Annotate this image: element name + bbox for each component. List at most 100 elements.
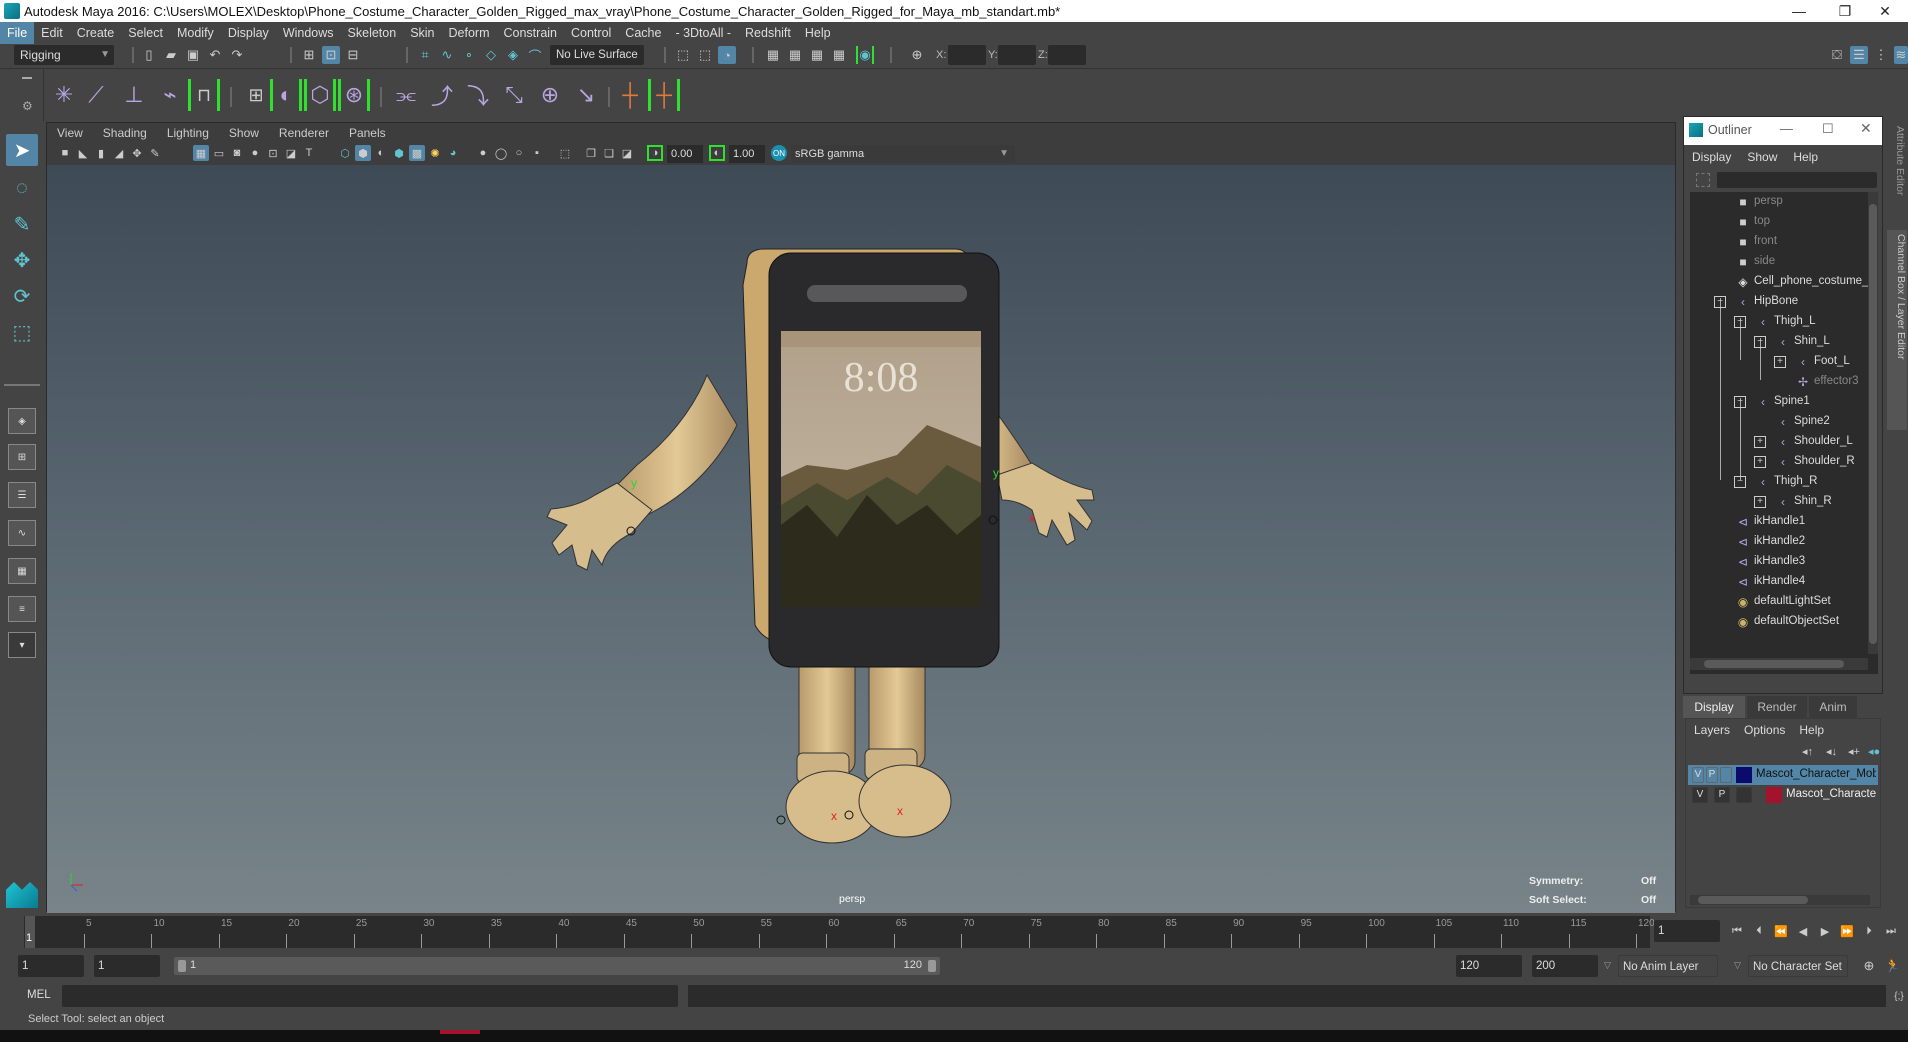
viewport-canvas[interactable]: 8:08 y y x x x persp Symmetry: Off Soft … [47, 165, 1675, 913]
select-object-icon[interactable]: ⊡ [322, 46, 340, 64]
expand-icon[interactable]: + [1754, 456, 1766, 468]
move-layer-up-icon[interactable]: ◂↑ [1802, 745, 1813, 758]
viewport-menu-shading[interactable]: Shading [93, 126, 157, 140]
layer-type-toggle[interactable] [1720, 767, 1732, 783]
select-camera-icon[interactable]: ■ [57, 145, 73, 161]
persp-outliner-layout-icon[interactable]: ☰ [8, 482, 36, 508]
color-management-toggle-icon[interactable]: ON [771, 145, 787, 161]
live-surface-field[interactable]: No Live Surface [550, 45, 644, 65]
menu-control[interactable]: Control [564, 22, 618, 44]
layer-menu-layers[interactable]: Layers [1694, 723, 1730, 737]
isolate-select-icon[interactable]: ⬚ [557, 145, 573, 161]
select-hierarchy-icon[interactable]: ⊞ [300, 46, 318, 64]
resolution-gate-icon[interactable]: ◙ [229, 145, 245, 161]
expand-icon[interactable]: + [1774, 356, 1786, 368]
paint-select-tool-icon[interactable]: ✎ [6, 208, 38, 240]
time-slider-track[interactable]: 1 5 10 15 20 25 30 35 40 45 50 55 60 65 70 75 80 85 90 95 1… [24, 916, 1655, 948]
outliner-menu-show[interactable]: Show [1739, 150, 1785, 164]
outliner-item-shin-r[interactable]: + ‹ Shin_R [1690, 492, 1878, 512]
outliner-maximize-button[interactable]: ☐ [1822, 121, 1834, 137]
input-ops-icon[interactable]: ⬚ [674, 46, 692, 64]
xray-active-icon[interactable]: ◪ [619, 145, 635, 161]
outliner-item-shoulder-l[interactable]: + ‹ Shoulder_L [1690, 432, 1878, 452]
safe-action-icon[interactable]: ◪ [283, 145, 299, 161]
camera-attributes-icon[interactable]: ◣ [75, 145, 91, 161]
viewport-menu-panels[interactable]: Panels [339, 126, 396, 140]
script-editor-icon[interactable]: {;} [1890, 987, 1908, 1005]
snap-view-plane-icon[interactable]: ◇ [482, 46, 500, 64]
grease-pencil-icon[interactable]: ✎ [147, 145, 163, 161]
outliner-item-thigh-r[interactable]: − ‹ Thigh_R [1690, 472, 1878, 492]
layer-color-swatch[interactable] [1766, 787, 1782, 803]
persp-graph-outliner-layout-icon[interactable]: ≡ [8, 596, 36, 622]
menu-skeleton[interactable]: Skeleton [341, 22, 404, 44]
menu-skin[interactable]: Skin [403, 22, 441, 44]
go-to-end-icon[interactable]: ⏭ [1882, 922, 1900, 940]
scale-tool-icon[interactable]: ⬚ [6, 316, 38, 348]
menu-deform[interactable]: Deform [442, 22, 497, 44]
step-forward-key-icon[interactable]: ⏩ [1838, 922, 1856, 940]
layer-color-swatch[interactable] [1736, 767, 1752, 783]
gamma-icon[interactable]: ◐ [709, 145, 725, 161]
menu-constrain[interactable]: Constrain [497, 22, 565, 44]
outliner-item-ikhandle3[interactable]: ⊲ ikHandle3 [1690, 552, 1878, 572]
outliner-horizontal-scrollbar[interactable] [1690, 658, 1868, 670]
outliner-item-front[interactable]: ■ front [1690, 232, 1878, 252]
textured-icon[interactable]: ▩ [409, 145, 425, 161]
expand-icon[interactable]: + [1754, 436, 1766, 448]
collapse-icon[interactable]: − [1734, 476, 1746, 488]
quick-rig-icon[interactable]: ⊓ [188, 79, 220, 111]
menu-redshift[interactable]: Redshift [738, 22, 798, 44]
paint-weights-icon[interactable]: ⊞ [240, 79, 272, 111]
play-backwards-icon[interactable]: ◀ [1794, 922, 1812, 940]
outliner-item-foot-l[interactable]: + ‹ Foot_L [1690, 352, 1878, 372]
outliner-item-default-light-set[interactable]: ◉ defaultLightSet [1690, 592, 1878, 612]
anti-alias-icon[interactable]: ○ [511, 145, 527, 161]
select-tool-icon[interactable]: ➤ [6, 134, 38, 166]
outliner-item-persp[interactable]: ■ persp [1690, 192, 1878, 212]
layer-visibility-toggle[interactable]: V [1692, 767, 1704, 783]
outliner-item-spine2[interactable]: ‹ Spine2 [1690, 412, 1878, 432]
channel-box-toggle-icon[interactable]: ≋ [1894, 46, 1908, 64]
orient-constraint-icon[interactable]: ⤵ [462, 79, 494, 111]
snap-curve-icon[interactable]: ∿ [438, 46, 456, 64]
close-button[interactable]: ✕ [1862, 0, 1908, 22]
gate-mask-icon[interactable]: ● [247, 145, 263, 161]
outliner-minimize-button[interactable]: — [1780, 121, 1793, 136]
move-layer-down-icon[interactable]: ◂↓ [1826, 745, 1837, 758]
ik-spline-icon[interactable]: ⌁ [154, 79, 186, 111]
wireframe-icon[interactable]: ⬡ [337, 145, 353, 161]
snap-point-icon[interactable]: ∘ [460, 46, 478, 64]
snap-grid-icon[interactable]: ⌗ [416, 46, 434, 64]
render-current-icon[interactable]: ▦ [786, 46, 804, 64]
layer-tab-display[interactable]: Display [1683, 696, 1745, 718]
x-field[interactable] [948, 45, 986, 65]
shadows-icon[interactable]: ◕ [445, 145, 461, 161]
character-set-chevron-icon[interactable]: ▽ [1734, 960, 1741, 971]
xray-icon[interactable]: ❐ [583, 145, 599, 161]
outliner-item-shin-l[interactable]: − ‹ Shin_L [1690, 332, 1878, 352]
viewport-menu-show[interactable]: Show [219, 126, 269, 140]
script-language-toggle[interactable]: MEL [27, 989, 51, 1001]
range-slider-bar[interactable]: 1 120 [174, 957, 940, 975]
menu-cache[interactable]: Cache [618, 22, 668, 44]
lasso-tool-icon[interactable]: ◌ [6, 172, 38, 204]
point-constraint-icon[interactable]: ⤴ [426, 79, 458, 111]
outliner-item-ikhandle4[interactable]: ⊲ ikHandle4 [1690, 572, 1878, 592]
undo-icon[interactable]: ↶ [206, 46, 224, 64]
outliner-hscroll-thumb[interactable] [1704, 660, 1844, 668]
xray-joints-icon[interactable]: ❏ [601, 145, 617, 161]
menu-3dtoall[interactable]: - 3DtoAll - [668, 22, 738, 44]
pole-vector-constraint-icon[interactable]: ↘ [570, 79, 602, 111]
outliner-item-hipbone[interactable]: − ‹ HipBone [1690, 292, 1878, 312]
new-layer-icon[interactable]: ◂+ [1848, 745, 1860, 758]
rotate-tool-icon[interactable]: ⟳ [6, 280, 38, 312]
safe-title-icon[interactable]: T [301, 145, 317, 161]
outliner-item-side[interactable]: ■ side [1690, 252, 1878, 272]
smooth-shade-icon[interactable]: ⬢ [355, 145, 371, 161]
minimize-button[interactable]: — [1776, 0, 1822, 22]
save-scene-icon[interactable]: ▣ [184, 46, 202, 64]
menu-modify[interactable]: Modify [170, 22, 221, 44]
character-set-dropdown[interactable]: No Character Set [1748, 955, 1848, 977]
collapse-icon[interactable]: − [1714, 296, 1726, 308]
